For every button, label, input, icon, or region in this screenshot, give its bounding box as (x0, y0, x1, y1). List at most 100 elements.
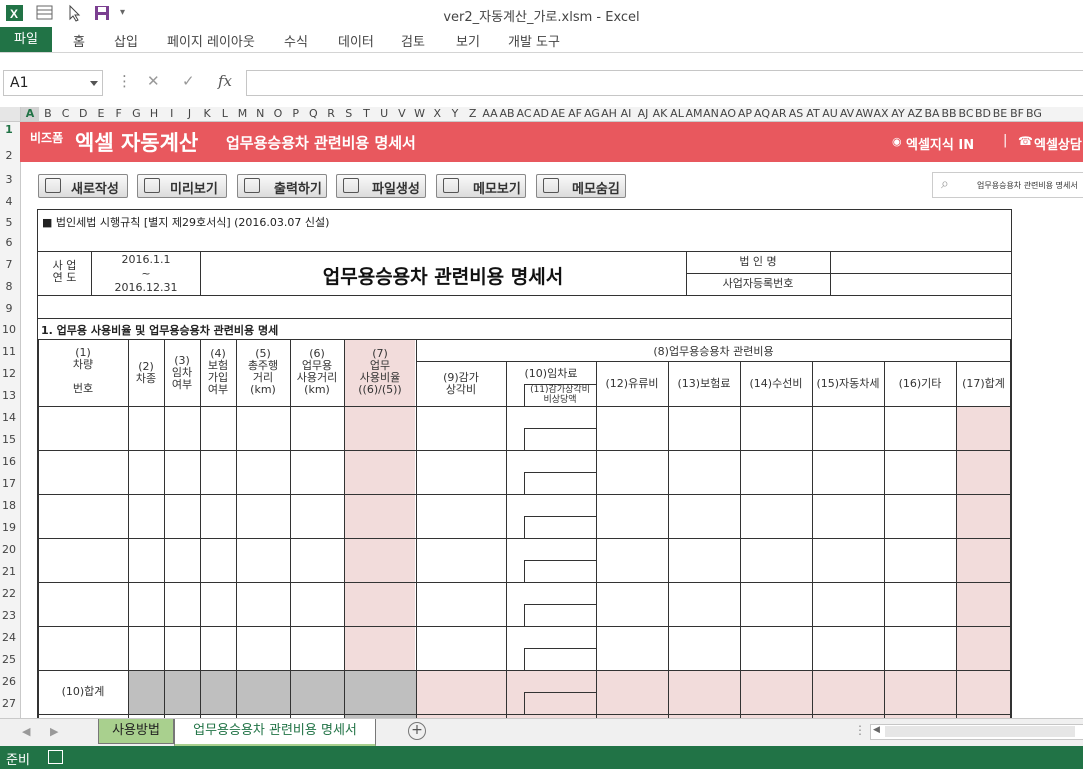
row-header[interactable]: 11 (0, 345, 18, 358)
column-header[interactable]: R (322, 107, 340, 121)
column-header[interactable]: J (181, 107, 199, 121)
row-header[interactable]: 12 (0, 367, 18, 380)
column-header[interactable]: I (163, 107, 181, 121)
column-header[interactable]: U (375, 107, 393, 121)
column-header[interactable]: AD (533, 107, 550, 121)
select-all-corner[interactable] (0, 107, 21, 122)
column-header[interactable]: A (21, 107, 39, 121)
row-header[interactable]: 22 (0, 587, 18, 600)
column-header[interactable]: AR (771, 107, 788, 121)
row-header[interactable]: 26 (0, 675, 18, 688)
row-header[interactable]: 8 (0, 280, 18, 293)
column-header[interactable]: AG (584, 107, 601, 121)
print-button[interactable]: 출력하기 (237, 174, 327, 198)
column-header[interactable]: BD (975, 107, 992, 121)
row-header[interactable]: 4 (0, 195, 18, 208)
row-header[interactable]: 14 (0, 411, 18, 424)
column-header[interactable]: AE (550, 107, 567, 121)
scroll-left-icon[interactable]: ◀ (873, 725, 880, 735)
more-options-icon[interactable]: ⋮ (117, 72, 132, 90)
cancel-icon[interactable]: ✕ (147, 72, 160, 90)
more-options-icon[interactable]: ⋮ (854, 723, 866, 737)
column-header[interactable]: G (128, 107, 146, 121)
tab-formulas[interactable]: 수식 (284, 31, 308, 50)
row-header[interactable]: 15 (0, 433, 18, 446)
tab-data[interactable]: 데이터 (338, 31, 374, 50)
link-excel-knowledge[interactable]: 엑셀지식 IN (906, 134, 974, 153)
column-header[interactable]: AP (737, 107, 754, 121)
corp-name-field[interactable] (831, 252, 1011, 273)
column-header[interactable]: AZ (907, 107, 924, 121)
row-header[interactable]: 23 (0, 609, 18, 622)
column-header[interactable]: B (39, 107, 57, 121)
column-header[interactable]: AC (516, 107, 533, 121)
row-header[interactable]: 13 (0, 389, 18, 402)
column-header[interactable]: W (411, 107, 429, 121)
tab-developer[interactable]: 개발 도구 (508, 31, 560, 50)
row-header[interactable]: 16 (0, 455, 18, 468)
column-header[interactable]: AN (703, 107, 720, 121)
row-header[interactable]: 1 (0, 123, 18, 136)
tab-review[interactable]: 검토 (401, 31, 425, 50)
next-sheet-icon[interactable]: ▶ (50, 725, 58, 738)
row-header[interactable]: 27 (0, 697, 18, 710)
row-header[interactable]: 17 (0, 477, 18, 490)
prev-sheet-icon[interactable]: ◀ (22, 725, 30, 738)
sheet-search-input[interactable]: ⌕ 업무용승용차 관련비용 명세서 (932, 172, 1083, 198)
column-header[interactable]: AL (669, 107, 686, 121)
tab-file[interactable]: 파일 (0, 27, 52, 52)
column-header[interactable]: F (110, 107, 128, 121)
column-header[interactable]: AF (567, 107, 584, 121)
column-header[interactable]: N (251, 107, 269, 121)
add-sheet-icon[interactable]: + (408, 722, 426, 740)
sheet-tab-statement[interactable]: 업무용승용차 관련비용 명세서 (174, 719, 376, 747)
column-header[interactable]: AQ (754, 107, 771, 121)
column-header[interactable]: BG (1026, 107, 1043, 121)
column-header[interactable]: AS (788, 107, 805, 121)
column-header[interactable]: AO (720, 107, 737, 121)
column-header[interactable]: H (145, 107, 163, 121)
column-header[interactable]: AH (601, 107, 618, 121)
row-header[interactable]: 10 (0, 323, 18, 336)
column-header[interactable]: M (234, 107, 252, 121)
sheet-tab-usage[interactable]: 사용방법 (98, 719, 174, 744)
column-header[interactable]: L (216, 107, 234, 121)
column-header[interactable]: AX (873, 107, 890, 121)
column-header[interactable]: AU (822, 107, 839, 121)
row-header[interactable]: 6 (0, 236, 18, 249)
column-header[interactable]: AI (618, 107, 635, 121)
column-header[interactable]: BE (992, 107, 1009, 121)
column-header[interactable]: K (198, 107, 216, 121)
memo-show-button[interactable]: 메모보기 (436, 174, 526, 198)
name-box[interactable]: A1 (3, 70, 103, 96)
column-header[interactable]: T (358, 107, 376, 121)
column-header[interactable]: AB (499, 107, 516, 121)
row-header[interactable]: 5 (0, 216, 18, 229)
row-header[interactable]: 25 (0, 653, 18, 666)
new-button[interactable]: 새로작성 (38, 174, 128, 198)
tab-page-layout[interactable]: 페이지 레이아웃 (167, 31, 255, 50)
row-header[interactable]: 20 (0, 543, 18, 556)
file-create-button[interactable]: 파일생성 (336, 174, 426, 198)
column-header[interactable]: S (340, 107, 358, 121)
column-header[interactable]: AA (482, 107, 499, 121)
row-header[interactable]: 9 (0, 302, 18, 315)
column-header[interactable]: BB (941, 107, 958, 121)
insert-function-icon[interactable]: fx (218, 72, 232, 90)
row-header[interactable]: 19 (0, 521, 18, 534)
scroll-thumb[interactable] (885, 726, 1075, 737)
row-header[interactable]: 7 (0, 258, 18, 271)
row-header[interactable]: 3 (0, 173, 18, 186)
column-header[interactable]: O (269, 107, 287, 121)
column-header[interactable]: AK (652, 107, 669, 121)
tab-home[interactable]: 홈 (73, 31, 85, 50)
column-header[interactable]: AM (686, 107, 703, 121)
column-header[interactable]: Z (464, 107, 482, 121)
preview-button[interactable]: 미리보기 (137, 174, 227, 198)
horizontal-scrollbar[interactable]: ◀ (870, 724, 1083, 740)
column-header[interactable]: BA (924, 107, 941, 121)
enter-icon[interactable]: ✓ (182, 72, 195, 90)
tab-insert[interactable]: 삽입 (114, 31, 138, 50)
column-header[interactable]: E (92, 107, 110, 121)
column-header[interactable]: BF (1009, 107, 1026, 121)
